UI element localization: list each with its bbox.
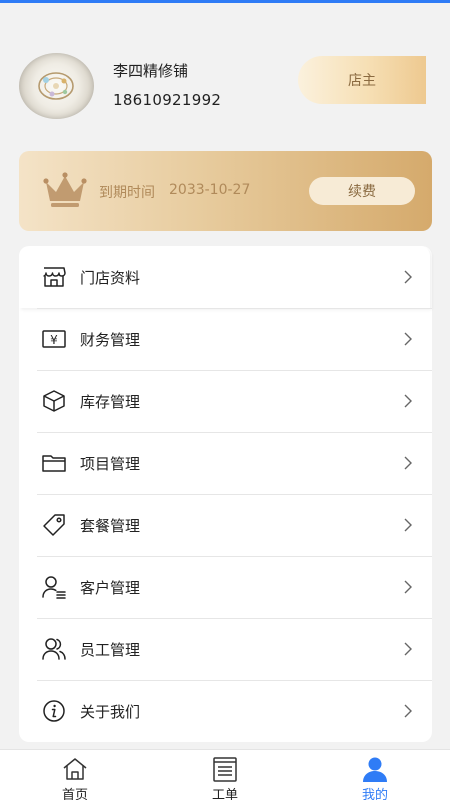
menu-item-label: 关于我们 <box>80 702 141 721</box>
crown-icon <box>43 172 87 207</box>
avatar[interactable] <box>19 53 94 119</box>
menu-list: 门店资料 ¥ 财务管理 库存管理 项目管理 套餐管理 客户管理 员工管理 关于我… <box>19 246 432 742</box>
menu-item-label: 套餐管理 <box>80 516 141 535</box>
store-icon <box>43 267 66 287</box>
tab-label: 我的 <box>361 788 388 800</box>
folder-icon <box>42 455 66 472</box>
menu-item-label: 财务管理 <box>80 330 141 349</box>
inventory-box-icon <box>43 390 65 412</box>
info-icon <box>43 700 65 722</box>
chevron-right-icon <box>404 518 412 532</box>
menu-item-label: 项目管理 <box>80 454 141 473</box>
menu-item-about[interactable]: 关于我们 <box>19 680 432 742</box>
chevron-right-icon <box>404 456 412 470</box>
finance-icon: ¥ <box>42 330 66 348</box>
menu-item-label: 客户管理 <box>80 578 141 597</box>
chevron-right-icon <box>404 394 412 408</box>
tab-home[interactable]: 首页 <box>0 750 150 800</box>
menu-item-inventory[interactable]: 库存管理 <box>19 370 432 432</box>
bottom-tab-bar: 首页 工单 我的 <box>0 749 450 800</box>
expire-date: 2033-10-27 <box>169 182 251 198</box>
shop-name: 李四精修铺 <box>113 62 189 80</box>
tab-mine[interactable]: 我的 <box>300 750 450 800</box>
menu-item-staff[interactable]: 员工管理 <box>19 618 432 680</box>
chevron-right-icon <box>404 270 412 284</box>
menu-item-label: 库存管理 <box>80 392 141 411</box>
renew-label: 续费 <box>348 184 376 200</box>
chevron-right-icon <box>404 642 412 656</box>
tab-label: 首页 <box>61 788 88 800</box>
tab-work-order[interactable]: 工单 <box>150 750 300 800</box>
menu-item-store-info[interactable]: 门店资料 <box>19 246 432 308</box>
menu-item-finance[interactable]: ¥ 财务管理 <box>19 308 432 370</box>
role-label: 店主 <box>348 73 376 89</box>
phone-number: 18610921992 <box>113 91 222 109</box>
svg-text:¥: ¥ <box>50 333 58 347</box>
role-badge: 店主 <box>298 56 426 104</box>
customer-icon <box>42 576 66 599</box>
chevron-right-icon <box>404 704 412 718</box>
user-icon <box>363 757 387 782</box>
menu-item-customers[interactable]: 客户管理 <box>19 556 432 618</box>
chevron-right-icon <box>404 332 412 346</box>
top-accent-strip <box>0 0 450 3</box>
menu-item-packages[interactable]: 套餐管理 <box>19 494 432 556</box>
staff-icon <box>42 638 66 660</box>
tag-icon <box>43 514 65 536</box>
work-order-icon <box>213 757 237 782</box>
tab-label: 工单 <box>211 788 238 800</box>
menu-item-label: 门店资料 <box>80 268 141 287</box>
chevron-right-icon <box>404 580 412 594</box>
home-icon <box>63 758 87 780</box>
expire-label: 到期时间 <box>99 185 155 201</box>
menu-item-label: 员工管理 <box>80 640 141 659</box>
menu-item-projects[interactable]: 项目管理 <box>19 432 432 494</box>
renew-button[interactable]: 续费 <box>309 177 415 205</box>
